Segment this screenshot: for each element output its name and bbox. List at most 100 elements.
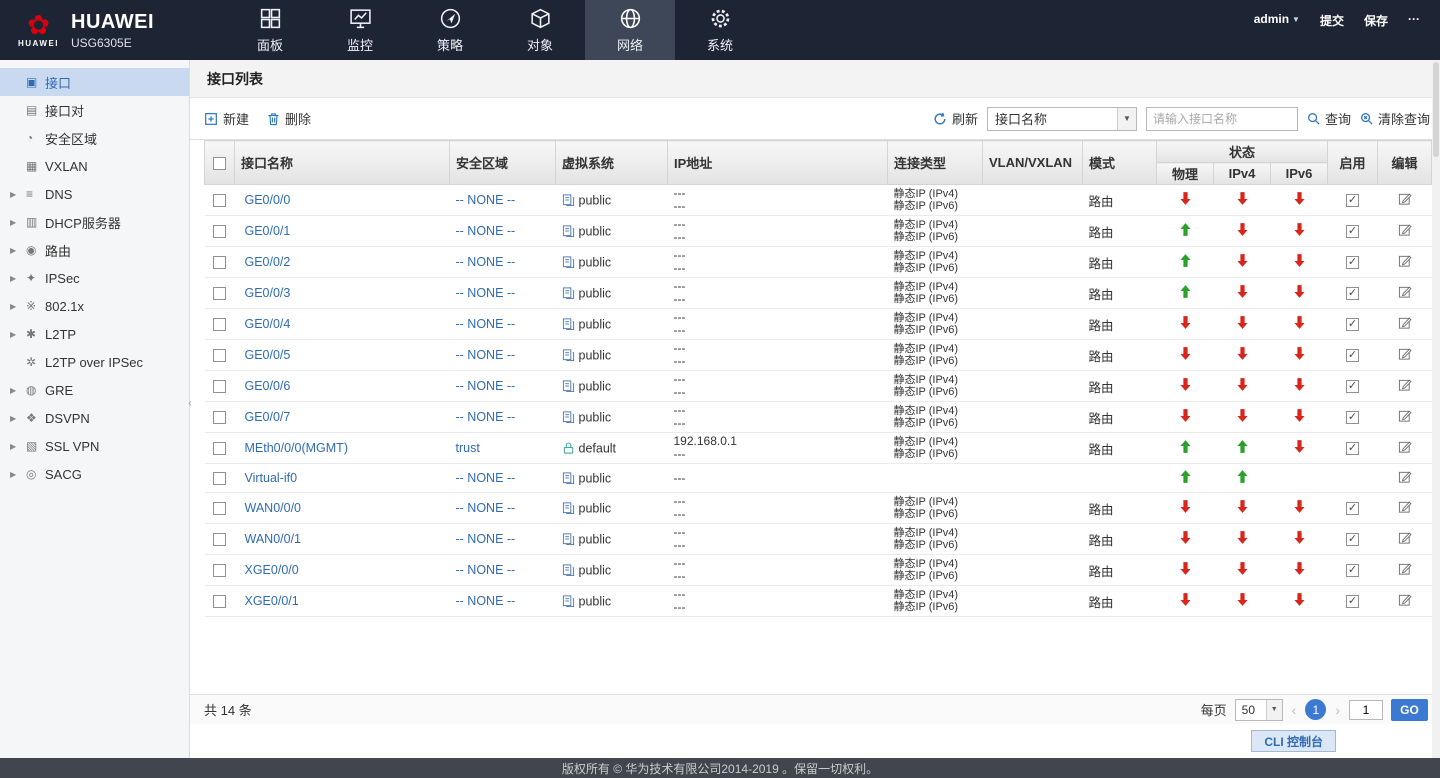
edit-button[interactable] bbox=[1398, 470, 1412, 484]
clear-query-button[interactable]: 清除查询 bbox=[1360, 109, 1430, 128]
interface-name-link[interactable]: XGE0/0/0 bbox=[245, 563, 299, 577]
security-zone-link[interactable]: -- NONE -- bbox=[456, 193, 516, 207]
security-zone-link[interactable]: -- NONE -- bbox=[456, 379, 516, 393]
sidebar-item-interface-pair[interactable]: ▤接口对 bbox=[0, 96, 189, 124]
sidebar-item-route[interactable]: ▶◉路由 bbox=[0, 236, 189, 264]
sidebar-item-ssl-vpn[interactable]: ▶▧SSL VPN bbox=[0, 432, 189, 460]
sidebar-item-l2tp[interactable]: ▶✱L2TP bbox=[0, 320, 189, 348]
select-all-checkbox[interactable] bbox=[213, 157, 226, 170]
sidebar-item-dot1x[interactable]: ▶※802.1x bbox=[0, 292, 189, 320]
interface-name-link[interactable]: GE0/0/2 bbox=[245, 255, 291, 269]
security-zone-link[interactable]: -- NONE -- bbox=[456, 286, 516, 300]
nav-item-network[interactable]: 网络 bbox=[585, 0, 675, 60]
enable-checkbox[interactable]: ✓ bbox=[1346, 318, 1359, 331]
interface-name-link[interactable]: GE0/0/0 bbox=[245, 193, 291, 207]
row-checkbox[interactable] bbox=[213, 380, 226, 393]
edit-button[interactable] bbox=[1398, 531, 1412, 545]
col-interface-name[interactable]: 接口名称 bbox=[235, 141, 450, 185]
sidebar-item-dsvpn[interactable]: ▶❖DSVPN bbox=[0, 404, 189, 432]
interface-name-link[interactable]: Virtual-if0 bbox=[245, 471, 298, 485]
col-virtual-system[interactable]: 虚拟系统 bbox=[556, 141, 668, 185]
save-button[interactable]: 保存 bbox=[1364, 12, 1388, 29]
edit-button[interactable] bbox=[1398, 440, 1412, 454]
col-vlan-vxlan[interactable]: VLAN/VXLAN bbox=[983, 141, 1083, 185]
nav-item-monitor[interactable]: 监控 bbox=[315, 0, 405, 60]
interface-name-link[interactable]: XGE0/0/1 bbox=[245, 594, 299, 608]
interface-name-link[interactable]: GE0/0/1 bbox=[245, 224, 291, 238]
sidebar-item-gre[interactable]: ▶◍GRE bbox=[0, 376, 189, 404]
row-checkbox[interactable] bbox=[213, 287, 226, 300]
enable-checkbox[interactable]: ✓ bbox=[1346, 595, 1359, 608]
interface-name-link[interactable]: GE0/0/5 bbox=[245, 348, 291, 362]
more-menu-button[interactable]: ··· bbox=[1408, 12, 1420, 26]
security-zone-link[interactable]: -- NONE -- bbox=[456, 255, 516, 269]
security-zone-link[interactable]: trust bbox=[456, 441, 480, 455]
security-zone-link[interactable]: -- NONE -- bbox=[456, 594, 516, 608]
security-zone-link[interactable]: -- NONE -- bbox=[456, 348, 516, 362]
user-menu[interactable]: admin▼ bbox=[1254, 12, 1300, 26]
edit-button[interactable] bbox=[1398, 347, 1412, 361]
row-checkbox[interactable] bbox=[213, 595, 226, 608]
sidebar-item-interface[interactable]: ▣接口 bbox=[0, 68, 189, 96]
sidebar-item-security-zone[interactable]: ◔安全区域 bbox=[0, 124, 189, 152]
security-zone-link[interactable]: -- NONE -- bbox=[456, 317, 516, 331]
col-security-zone[interactable]: 安全区域 bbox=[450, 141, 556, 185]
enable-checkbox[interactable]: ✓ bbox=[1346, 502, 1359, 515]
edit-button[interactable] bbox=[1398, 223, 1412, 237]
row-checkbox[interactable] bbox=[213, 411, 226, 424]
enable-checkbox[interactable]: ✓ bbox=[1346, 380, 1359, 393]
row-checkbox[interactable] bbox=[213, 564, 226, 577]
edit-button[interactable] bbox=[1398, 593, 1412, 607]
query-button[interactable]: 查询 bbox=[1307, 109, 1351, 128]
prev-page-icon[interactable]: ‹ bbox=[1291, 702, 1298, 718]
delete-button[interactable]: 删除 bbox=[267, 109, 311, 128]
next-page-icon[interactable]: › bbox=[1334, 702, 1341, 718]
col-mode[interactable]: 模式 bbox=[1083, 141, 1157, 185]
security-zone-link[interactable]: -- NONE -- bbox=[456, 410, 516, 424]
row-checkbox[interactable] bbox=[213, 256, 226, 269]
nav-item-policy[interactable]: 策略 bbox=[405, 0, 495, 60]
edit-button[interactable] bbox=[1398, 562, 1412, 576]
row-checkbox[interactable] bbox=[213, 442, 226, 455]
edit-button[interactable] bbox=[1398, 285, 1412, 299]
col-ip-address[interactable]: IP地址 bbox=[668, 141, 888, 185]
enable-checkbox[interactable]: ✓ bbox=[1346, 349, 1359, 362]
row-checkbox[interactable] bbox=[213, 225, 226, 238]
new-button[interactable]: 新建 bbox=[204, 109, 249, 128]
edit-button[interactable] bbox=[1398, 378, 1412, 392]
enable-checkbox[interactable]: ✓ bbox=[1346, 287, 1359, 300]
scrollbar-thumb[interactable] bbox=[1433, 62, 1439, 157]
sidebar-item-dns[interactable]: ▶≡DNS bbox=[0, 180, 189, 208]
sidebar-collapse-handle[interactable]: ‹ bbox=[185, 388, 195, 418]
nav-item-system[interactable]: 系统 bbox=[675, 0, 765, 60]
nav-item-object[interactable]: 对象 bbox=[495, 0, 585, 60]
sidebar-item-dhcp-server[interactable]: ▶▥DHCP服务器 bbox=[0, 208, 189, 236]
interface-name-link[interactable]: GE0/0/4 bbox=[245, 317, 291, 331]
edit-button[interactable] bbox=[1398, 500, 1412, 514]
refresh-button[interactable]: 刷新 bbox=[933, 109, 978, 128]
nav-item-dashboard[interactable]: 面板 bbox=[225, 0, 315, 60]
security-zone-link[interactable]: -- NONE -- bbox=[456, 224, 516, 238]
interface-name-link[interactable]: GE0/0/7 bbox=[245, 410, 291, 424]
go-button[interactable]: GO bbox=[1391, 699, 1428, 721]
sidebar-item-sacg[interactable]: ▶◎SACG bbox=[0, 460, 189, 488]
row-checkbox[interactable] bbox=[213, 533, 226, 546]
enable-checkbox[interactable]: ✓ bbox=[1346, 564, 1359, 577]
interface-name-link[interactable]: GE0/0/6 bbox=[245, 379, 291, 393]
enable-checkbox[interactable]: ✓ bbox=[1346, 194, 1359, 207]
enable-checkbox[interactable]: ✓ bbox=[1346, 411, 1359, 424]
enable-checkbox[interactable]: ✓ bbox=[1346, 225, 1359, 238]
commit-button[interactable]: 提交 bbox=[1320, 12, 1344, 29]
security-zone-link[interactable]: -- NONE -- bbox=[456, 471, 516, 485]
search-input[interactable] bbox=[1146, 107, 1298, 131]
interface-name-link[interactable]: GE0/0/3 bbox=[245, 286, 291, 300]
enable-checkbox[interactable]: ✓ bbox=[1346, 442, 1359, 455]
interface-name-link[interactable]: WAN0/0/1 bbox=[245, 532, 302, 546]
edit-button[interactable] bbox=[1398, 316, 1412, 330]
interface-name-link[interactable]: MEth0/0/0(MGMT) bbox=[245, 441, 349, 455]
security-zone-link[interactable]: -- NONE -- bbox=[456, 501, 516, 515]
security-zone-link[interactable]: -- NONE -- bbox=[456, 563, 516, 577]
row-checkbox[interactable] bbox=[213, 472, 226, 485]
edit-button[interactable] bbox=[1398, 192, 1412, 206]
row-checkbox[interactable] bbox=[213, 349, 226, 362]
